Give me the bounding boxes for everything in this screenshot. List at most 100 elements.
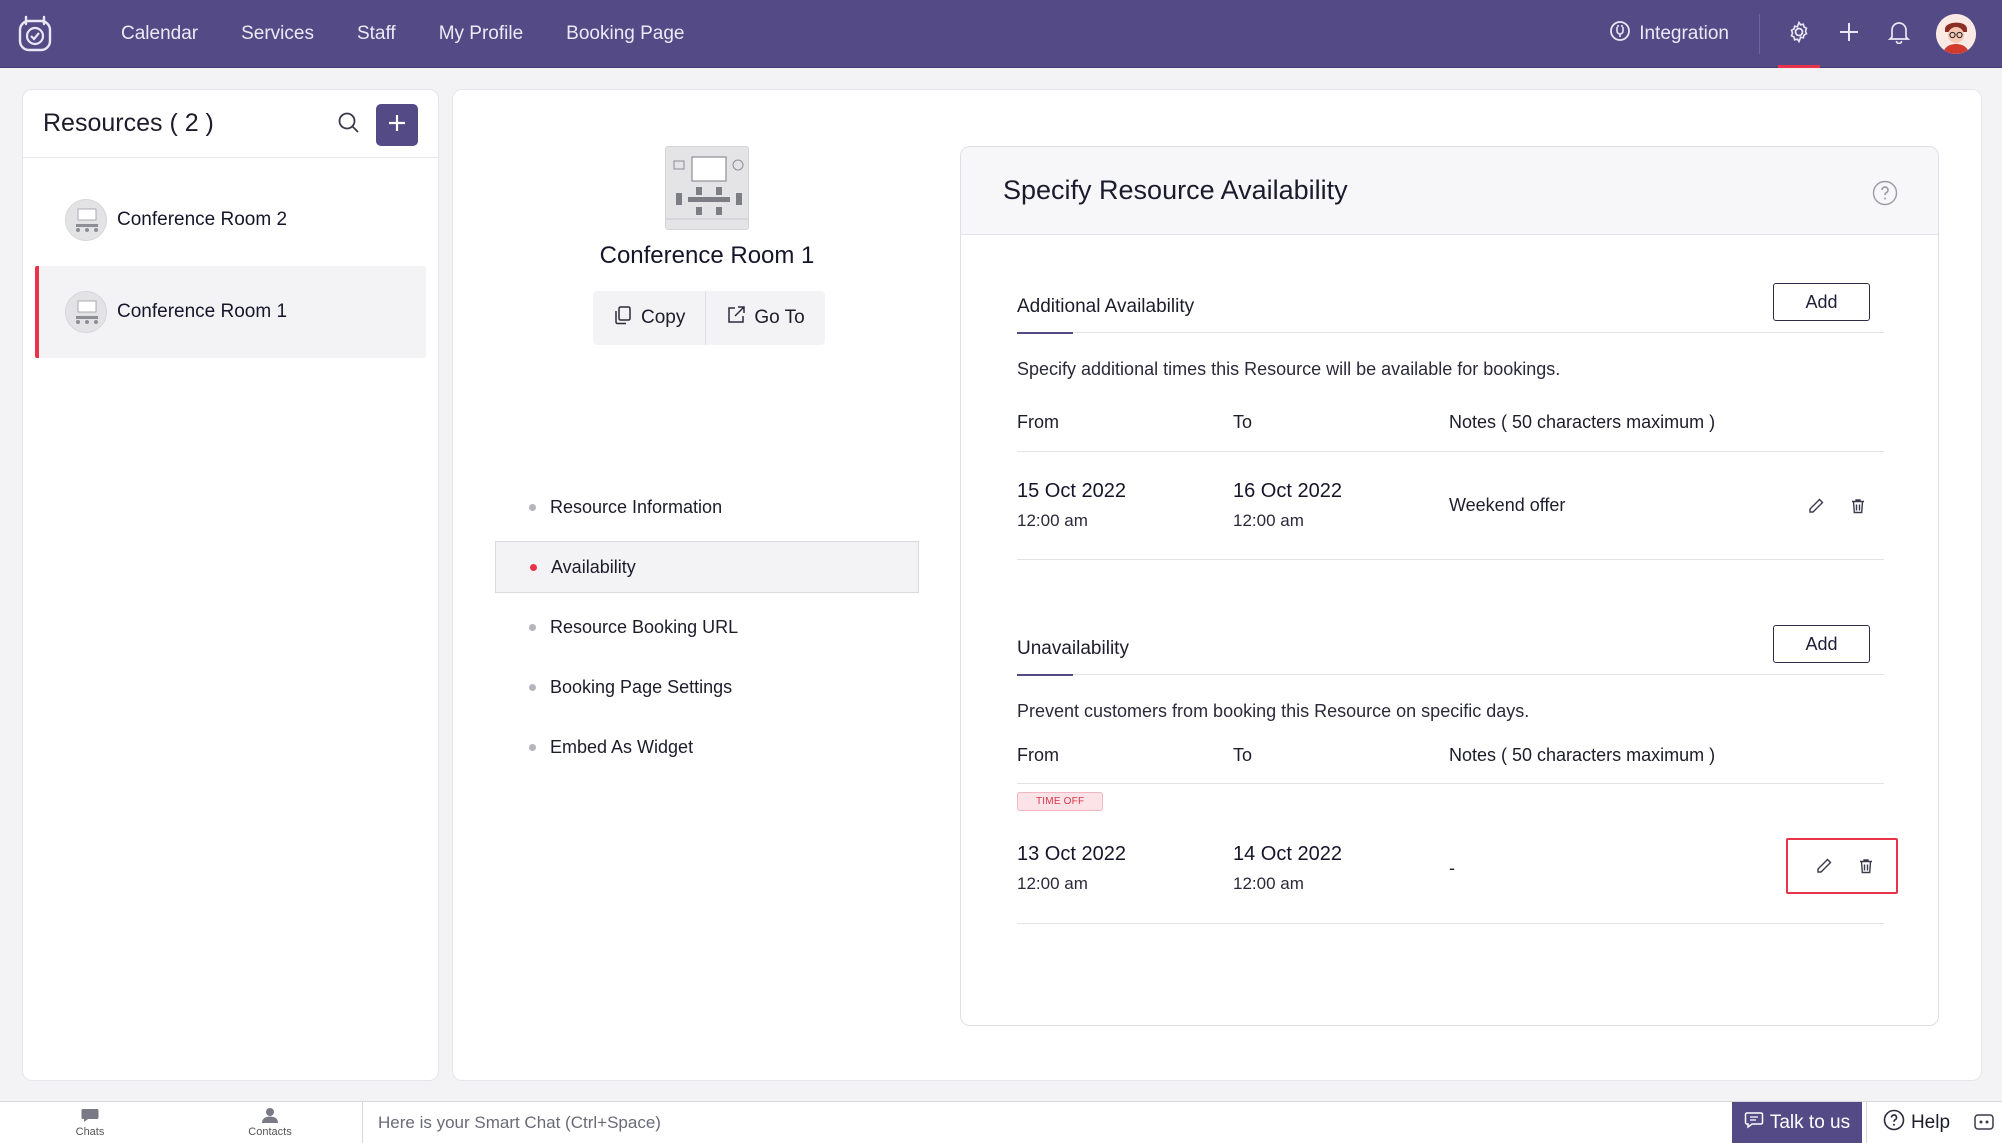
add-unavailability-button[interactable]: Add	[1773, 625, 1870, 663]
pencil-icon[interactable]	[1806, 848, 1842, 884]
column-header-to: To	[1233, 412, 1253, 432]
bullet-dot	[529, 743, 536, 751]
settings-button[interactable]	[1774, 0, 1824, 68]
gear-icon	[1787, 20, 1811, 49]
bullet-dot	[529, 623, 536, 631]
time-off-badge: TIME OFF	[1017, 792, 1104, 811]
resource-menu: Resource Information Availability Resour…	[495, 481, 919, 781]
help-label: Help	[1910, 1112, 1951, 1133]
help-button[interactable]: Help	[1866, 1102, 1966, 1143]
contacts-button[interactable]: Contacts	[180, 1102, 360, 1143]
question-circle-icon	[1883, 1109, 1911, 1137]
column-header-from: From	[1017, 745, 1059, 765]
to-cell: 16 Oct 2022 12:00 am	[1233, 480, 1449, 531]
pencil-icon[interactable]	[1798, 488, 1834, 524]
resource-item-conference-room-2[interactable]: Conference Room 2	[35, 174, 426, 266]
menu-item-booking-page-settings[interactable]: Booking Page Settings	[495, 661, 919, 713]
nav-my-profile[interactable]: My Profile	[439, 23, 523, 45]
integration-button[interactable]: Integration	[1609, 20, 1729, 48]
topbar-actions: Integration	[1609, 0, 2002, 68]
person-icon	[261, 1107, 279, 1126]
support-icon[interactable]	[1972, 1110, 1996, 1139]
talk-to-us-button[interactable]: Talk to us	[1732, 1102, 1862, 1143]
section-description: Prevent customers from booking this Reso…	[1017, 701, 1530, 721]
page-title: Resources ( 2 )	[43, 109, 214, 137]
menu-item-label: Resource Information	[550, 496, 723, 517]
section-title: Unavailability	[1017, 623, 1129, 676]
contacts-label: Contacts	[248, 1126, 292, 1138]
bullet-dot	[530, 563, 537, 571]
availability-card-header: Specify Resource Availability	[961, 147, 1938, 235]
top-navbar: Calendar Services Staff My Profile Booki…	[0, 0, 2002, 68]
resource-thumbnail	[65, 291, 107, 333]
chat-bubble-icon	[80, 1107, 100, 1126]
topbar-divider	[1759, 14, 1760, 54]
copy-label: Copy	[641, 307, 686, 328]
from-time: 12:00 am	[1017, 511, 1088, 530]
to-time: 12:00 am	[1233, 874, 1304, 893]
table-header: From To Notes ( 50 characters maximum )	[1017, 728, 1884, 784]
menu-item-label: Resource Booking URL	[550, 616, 739, 637]
bottom-bar: Chats Contacts Here is your Smart Chat (…	[0, 1101, 2002, 1143]
notifications-button[interactable]	[1874, 0, 1924, 68]
column-header-from: From	[1017, 412, 1059, 432]
resources-panel: Resources ( 2 ) Conference Room 2 Confer…	[22, 89, 439, 1081]
chat-icon	[1744, 1111, 1770, 1135]
to-date: 16 Oct 2022	[1233, 480, 1342, 502]
trash-icon[interactable]	[1840, 488, 1876, 524]
bell-icon	[1887, 20, 1911, 49]
create-button[interactable]	[1824, 0, 1874, 68]
resource-title: Conference Room 1	[599, 242, 815, 269]
resource-actions: Copy Go To	[593, 291, 825, 345]
plus-icon	[1837, 20, 1861, 49]
column-header-to: To	[1233, 745, 1253, 765]
menu-item-resource-information[interactable]: Resource Information	[495, 481, 919, 533]
table-row: TIME OFF 13 Oct 2022 12:00 am 14 Oct 202…	[1017, 784, 1898, 924]
integration-label: Integration	[1639, 23, 1729, 44]
table-header: From To Notes ( 50 characters maximum )	[1017, 394, 1884, 452]
table-row: 15 Oct 2022 12:00 am 16 Oct 2022 12:00 a…	[1017, 452, 1884, 560]
add-resource-button[interactable]	[376, 104, 418, 146]
external-link-icon	[726, 305, 754, 331]
question-circle-icon[interactable]	[1872, 180, 1898, 211]
availability-title: Specify Resource Availability	[1003, 175, 1348, 205]
bullet-dot	[529, 683, 536, 691]
trash-icon[interactable]	[1848, 848, 1884, 884]
chats-label: Chats	[75, 1126, 105, 1138]
menu-item-label: Embed As Widget	[550, 736, 694, 757]
section-title: Additional Availability	[1017, 281, 1194, 334]
nav-booking-page[interactable]: Booking Page	[566, 23, 684, 45]
main-nav: Calendar Services Staff My Profile Booki…	[91, 23, 698, 45]
resources-header: Resources ( 2 )	[23, 90, 438, 158]
resource-item-conference-room-1[interactable]: Conference Room 1	[35, 266, 426, 358]
goto-button[interactable]: Go To	[705, 291, 824, 345]
avatar[interactable]	[1936, 14, 1976, 54]
integration-icon	[1609, 20, 1639, 48]
resource-name: Conference Room 2	[117, 209, 288, 230]
resource-name: Conference Room 1	[117, 301, 288, 322]
menu-item-label: Availability	[551, 556, 636, 577]
copy-button[interactable]: Copy	[593, 291, 705, 345]
search-icon[interactable]	[336, 110, 362, 141]
nav-staff[interactable]: Staff	[357, 23, 396, 45]
menu-item-resource-booking-url[interactable]: Resource Booking URL	[495, 601, 919, 653]
row-actions	[1792, 488, 1876, 524]
section-description: Specify additional times this Resource w…	[1017, 359, 1561, 379]
chats-button[interactable]: Chats	[0, 1102, 180, 1143]
from-time: 12:00 am	[1017, 874, 1088, 893]
add-additional-availability-button[interactable]: Add	[1773, 283, 1870, 321]
nav-calendar[interactable]: Calendar	[121, 23, 198, 45]
nav-services[interactable]: Services	[241, 23, 314, 45]
goto-label: Go To	[754, 307, 805, 328]
menu-item-embed-as-widget[interactable]: Embed As Widget	[495, 721, 919, 773]
bullet-dot	[529, 503, 536, 511]
column-header-notes: Notes ( 50 characters maximum )	[1449, 412, 1716, 432]
app-logo-icon[interactable]	[15, 14, 55, 54]
to-date: 14 Oct 2022	[1233, 843, 1342, 865]
to-time: 12:00 am	[1233, 511, 1304, 530]
from-cell: 13 Oct 2022 12:00 am	[1017, 843, 1233, 894]
smart-chat-input[interactable]: Here is your Smart Chat (Ctrl+Space)	[362, 1102, 1732, 1143]
menu-item-label: Booking Page Settings	[550, 676, 733, 697]
menu-item-availability[interactable]: Availability	[495, 541, 919, 593]
row-actions	[1786, 838, 1898, 894]
